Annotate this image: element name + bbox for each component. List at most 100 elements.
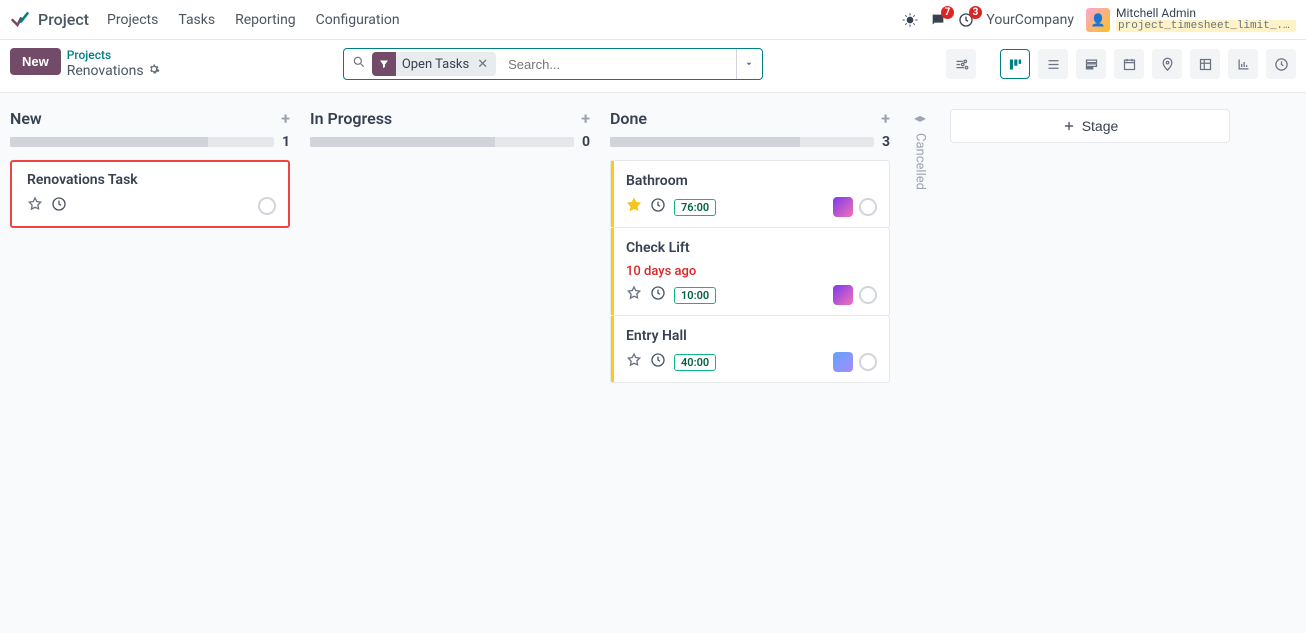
column-count: 1 xyxy=(282,134,290,150)
state-dot[interactable] xyxy=(859,353,877,371)
task-footer: 76:00 xyxy=(626,197,877,217)
task-card[interactable]: Check Lift 10 days ago 10:00 xyxy=(610,227,890,316)
task-title: Bathroom xyxy=(626,173,877,189)
state-dot[interactable] xyxy=(859,286,877,304)
column-add-button[interactable]: + xyxy=(881,109,890,128)
view-form-button[interactable] xyxy=(1076,49,1106,79)
activities-icon[interactable]: 3 xyxy=(958,12,974,28)
debug-icon[interactable] xyxy=(902,12,918,28)
filter-icon xyxy=(372,52,396,76)
task-meta: 10 days ago xyxy=(626,264,877,279)
search-box: Open Tasks ✕ xyxy=(343,48,763,80)
column-header: New + xyxy=(10,109,290,128)
breadcrumb: New Projects Renovations xyxy=(10,48,160,79)
column-add-button[interactable]: + xyxy=(281,109,290,128)
nav-right: 7 3 YourCompany 👤 Mitchell Admin project… xyxy=(902,7,1296,32)
column-progress-row: 3 xyxy=(610,134,890,150)
star-icon[interactable] xyxy=(626,197,642,217)
view-kanban-button[interactable] xyxy=(1000,49,1030,79)
gear-icon[interactable] xyxy=(148,63,160,80)
task-title: Renovations Task xyxy=(27,172,276,188)
state-dot[interactable] xyxy=(859,198,877,216)
column-progress-row: 0 xyxy=(310,134,590,150)
star-icon[interactable] xyxy=(626,285,642,305)
hours-pill: 40:00 xyxy=(674,354,716,371)
user-avatar-icon: 👤 xyxy=(1086,8,1110,32)
clock-icon[interactable] xyxy=(650,352,666,372)
task-footer: 10:00 xyxy=(626,285,877,305)
column-title[interactable]: New xyxy=(10,109,42,128)
column-progress-bar xyxy=(610,137,874,147)
clock-icon[interactable] xyxy=(51,196,67,216)
task-card[interactable]: Renovations Task xyxy=(10,160,290,228)
star-icon[interactable] xyxy=(626,352,642,372)
add-stage-column: Stage xyxy=(950,109,1230,143)
new-button[interactable]: New xyxy=(10,48,61,75)
filter-chip-remove[interactable]: ✕ xyxy=(475,57,490,72)
assignee-avatar[interactable] xyxy=(833,352,853,372)
breadcrumb-parent[interactable]: Projects xyxy=(67,48,160,62)
view-switcher xyxy=(946,49,1296,79)
task-card[interactable]: Bathroom 76:00 xyxy=(610,160,890,228)
task-title: Entry Hall xyxy=(626,328,877,344)
kanban-column: Done + 3 Bathroom xyxy=(610,109,890,383)
search-caret[interactable] xyxy=(736,49,762,79)
view-activity-button[interactable] xyxy=(1266,49,1296,79)
hours-pill: 10:00 xyxy=(674,287,716,304)
collapsed-column[interactable]: ◂▸ Cancelled xyxy=(910,109,930,190)
top-nav: Project Projects Tasks Reporting Configu… xyxy=(0,0,1306,40)
search-icon[interactable] xyxy=(352,55,366,73)
user-menu[interactable]: 👤 Mitchell Admin project_timesheet_limit… xyxy=(1086,7,1296,32)
app-logo-icon xyxy=(10,10,30,30)
kanban-column: New + 1 Renovations Task xyxy=(10,109,290,234)
expand-icon[interactable]: ◂▸ xyxy=(914,111,926,125)
breadcrumb-current-label: Renovations xyxy=(67,63,144,80)
main-menu: Projects Tasks Reporting Configuration xyxy=(107,12,400,28)
menu-projects[interactable]: Projects xyxy=(107,12,158,28)
view-map-button[interactable] xyxy=(1152,49,1182,79)
kanban-column: In Progress + 0 xyxy=(310,109,590,160)
add-stage-label: Stage xyxy=(1082,118,1119,134)
clock-icon[interactable] xyxy=(650,285,666,305)
clock-icon[interactable] xyxy=(650,197,666,217)
column-progress-bar xyxy=(10,137,274,147)
add-stage-button[interactable]: Stage xyxy=(950,109,1230,143)
star-icon[interactable] xyxy=(27,196,43,216)
panel-settings-button[interactable] xyxy=(946,49,976,79)
column-title[interactable]: Done xyxy=(610,109,647,128)
column-count: 0 xyxy=(582,134,590,150)
view-pivot-button[interactable] xyxy=(1190,49,1220,79)
column-header: Done + xyxy=(610,109,890,128)
assignee-avatar[interactable] xyxy=(833,285,853,305)
menu-tasks[interactable]: Tasks xyxy=(178,12,215,28)
filter-chip-label: Open Tasks xyxy=(400,57,471,72)
column-add-button[interactable]: + xyxy=(581,109,590,128)
column-header: In Progress + xyxy=(310,109,590,128)
filter-chip: Open Tasks ✕ xyxy=(372,52,496,76)
task-footer xyxy=(27,196,276,216)
view-graph-button[interactable] xyxy=(1228,49,1258,79)
messages-badge: 7 xyxy=(941,6,955,19)
task-card[interactable]: Entry Hall 40:00 xyxy=(610,315,890,383)
kanban-board: New + 1 Renovations Task xyxy=(0,93,1306,633)
view-list-button[interactable] xyxy=(1038,49,1068,79)
column-title[interactable]: In Progress xyxy=(310,109,392,128)
user-name: Mitchell Admin xyxy=(1116,7,1296,20)
app-title[interactable]: Project xyxy=(38,10,89,29)
task-title: Check Lift xyxy=(626,240,877,256)
control-bar: New Projects Renovations Open T xyxy=(0,40,1306,93)
task-footer: 40:00 xyxy=(626,352,877,372)
menu-configuration[interactable]: Configuration xyxy=(316,12,400,28)
column-count: 3 xyxy=(882,134,890,150)
hours-pill: 76:00 xyxy=(674,199,716,216)
menu-reporting[interactable]: Reporting xyxy=(235,12,296,28)
breadcrumb-current: Renovations xyxy=(67,63,160,80)
company-switcher[interactable]: YourCompany xyxy=(986,12,1074,28)
search-input[interactable] xyxy=(504,49,736,79)
state-dot[interactable] xyxy=(258,197,276,215)
view-calendar-button[interactable] xyxy=(1114,49,1144,79)
collapsed-column-label[interactable]: Cancelled xyxy=(913,133,928,190)
activities-badge: 3 xyxy=(969,6,983,19)
messages-icon[interactable]: 7 xyxy=(930,12,946,28)
assignee-avatar[interactable] xyxy=(833,197,853,217)
